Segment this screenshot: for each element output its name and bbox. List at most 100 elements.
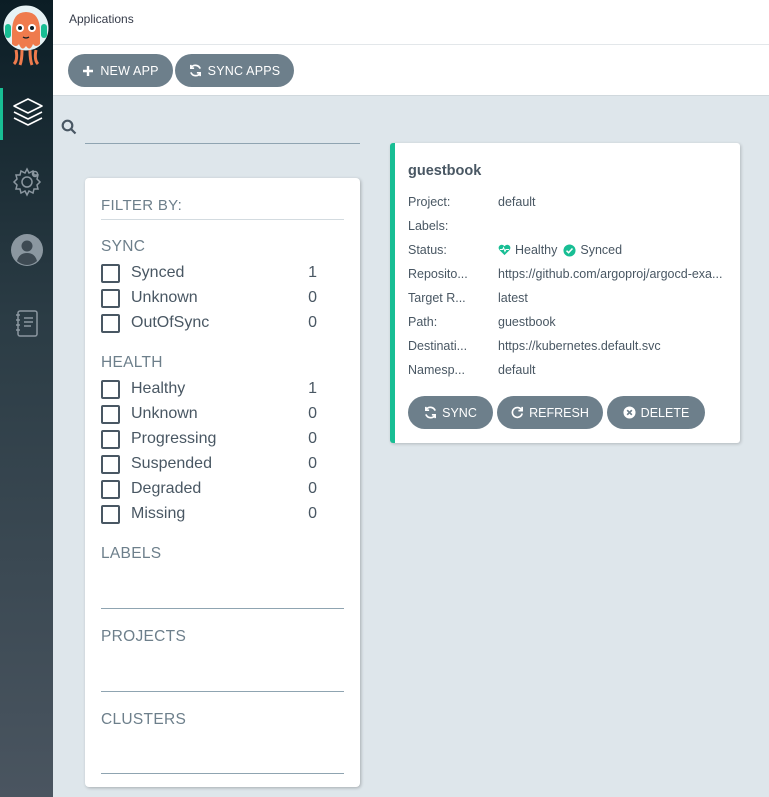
field-destination: Destinati... https://kubernetes.default.… [408,338,738,354]
page-title: Applications [69,12,134,26]
clusters-filter-title: CLUSTERS [101,711,187,728]
projects-filter-title: PROJECTS [101,628,187,645]
checkbox[interactable] [101,288,120,308]
filter-count: 1 [308,380,317,397]
top-bar: Applications [53,0,769,45]
field-label: Project: [408,195,451,209]
filter-option-suspended[interactable]: Suspended 0 [101,454,317,474]
labels-filter-input[interactable] [101,608,344,609]
new-app-button[interactable]: NEW APP [68,54,173,87]
plus-icon [83,65,94,76]
checkbox[interactable] [101,454,120,474]
field-label: Destinati... [408,339,468,353]
field-repository: Reposito... https://github.com/argoproj/… [408,266,738,282]
status-value: Healthy Synced [498,243,738,257]
gear-icon [12,166,42,202]
heart-icon [498,244,511,256]
filter-count: 1 [308,264,317,281]
checkbox[interactable] [101,504,120,524]
field-value: default [498,363,536,377]
app-delete-button[interactable]: DELETE [607,396,705,429]
field-value: https://github.com/argoproj/argocd-exa..… [498,267,723,281]
filter-count: 0 [308,480,317,497]
filter-panel: FILTER BY: SYNC Synced 1 Unknown 0 OutOf… [85,178,360,787]
filter-label: Synced [131,264,185,281]
field-label: Reposito... [408,267,468,281]
filter-option-degraded[interactable]: Degraded 0 [101,479,317,499]
filter-option-progressing[interactable]: Progressing 0 [101,429,317,449]
filter-count: 0 [308,505,317,522]
health-status-text: Healthy [515,243,558,257]
sync-filter-title: SYNC [101,238,146,255]
app-name: guestbook [408,163,482,179]
filter-label: Suspended [131,455,212,472]
field-value: default [498,195,536,209]
filter-count: 0 [308,455,317,472]
app-refresh-button[interactable]: REFRESH [497,396,603,429]
filter-label: Degraded [131,480,202,497]
app-refresh-label: REFRESH [529,405,589,420]
field-value: latest [498,291,528,305]
clusters-filter-input[interactable] [101,773,344,774]
app-sync-label: SYNC [442,405,477,420]
health-filter-title: HEALTH [101,354,163,371]
user-icon [10,233,43,271]
projects-filter-input[interactable] [101,691,344,692]
sidebar-item-applications[interactable] [0,88,53,140]
filter-label: Unknown [131,405,198,422]
filter-label: Progressing [131,430,217,447]
filter-label: Missing [131,505,186,522]
checkbox[interactable] [101,429,120,449]
checkbox[interactable] [101,404,120,424]
app-card[interactable]: guestbook Project: default Labels: Statu… [390,143,740,443]
checkbox[interactable] [101,479,120,499]
checkbox[interactable] [101,379,120,399]
app-delete-label: DELETE [640,405,690,420]
sidebar [0,0,53,797]
checkbox[interactable] [101,313,120,333]
search-input[interactable] [85,112,360,144]
filter-label: OutOfSync [131,314,210,331]
filter-count: 0 [308,405,317,422]
filter-label: Unknown [131,289,198,306]
field-label: Namesp... [408,363,465,377]
argo-logo-icon[interactable] [2,4,50,66]
sidebar-item-docs[interactable] [0,300,53,352]
field-path: Path: guestbook [408,314,738,330]
sync-status-text: Synced [580,243,623,257]
filter-option-synced[interactable]: Synced 1 [101,263,317,283]
filter-option-outofsync[interactable]: OutOfSync 0 [101,313,317,333]
refresh-icon [511,406,524,419]
field-label: Status: [408,243,447,257]
layers-icon [11,96,45,133]
filter-option-unknown[interactable]: Unknown 0 [101,288,317,308]
field-status: Status: Healthy Synced [408,242,738,258]
field-label: Labels: [408,219,449,233]
filter-option-unknown-health[interactable]: Unknown 0 [101,404,317,424]
app-sync-button[interactable]: SYNC [408,396,493,429]
filter-option-healthy[interactable]: Healthy 1 [101,379,317,399]
toolbar: NEW APP SYNC APPS [53,45,769,96]
sidebar-item-user[interactable] [0,226,53,278]
filter-option-missing[interactable]: Missing 0 [101,504,317,524]
field-labels: Labels: [408,218,738,234]
sidebar-item-settings[interactable] [0,158,53,210]
field-project: Project: default [408,194,738,210]
times-circle-icon [623,406,636,419]
field-value: https://kubernetes.default.svc [498,339,661,353]
field-namespace: Namesp... default [408,362,738,378]
filter-label: Healthy [131,380,186,397]
field-value: guestbook [498,315,556,329]
sync-apps-button[interactable]: SYNC APPS [175,54,294,87]
labels-filter-title: LABELS [101,545,162,562]
new-app-label: NEW APP [100,63,159,78]
check-circle-icon [563,243,576,257]
field-label: Target R... [408,291,466,305]
sync-apps-label: SYNC APPS [207,63,281,78]
filter-count: 0 [308,314,317,331]
filter-title: FILTER BY: [101,197,344,220]
filter-count: 0 [308,430,317,447]
docs-icon [15,309,39,344]
sync-icon [425,406,437,419]
checkbox[interactable] [101,263,120,283]
